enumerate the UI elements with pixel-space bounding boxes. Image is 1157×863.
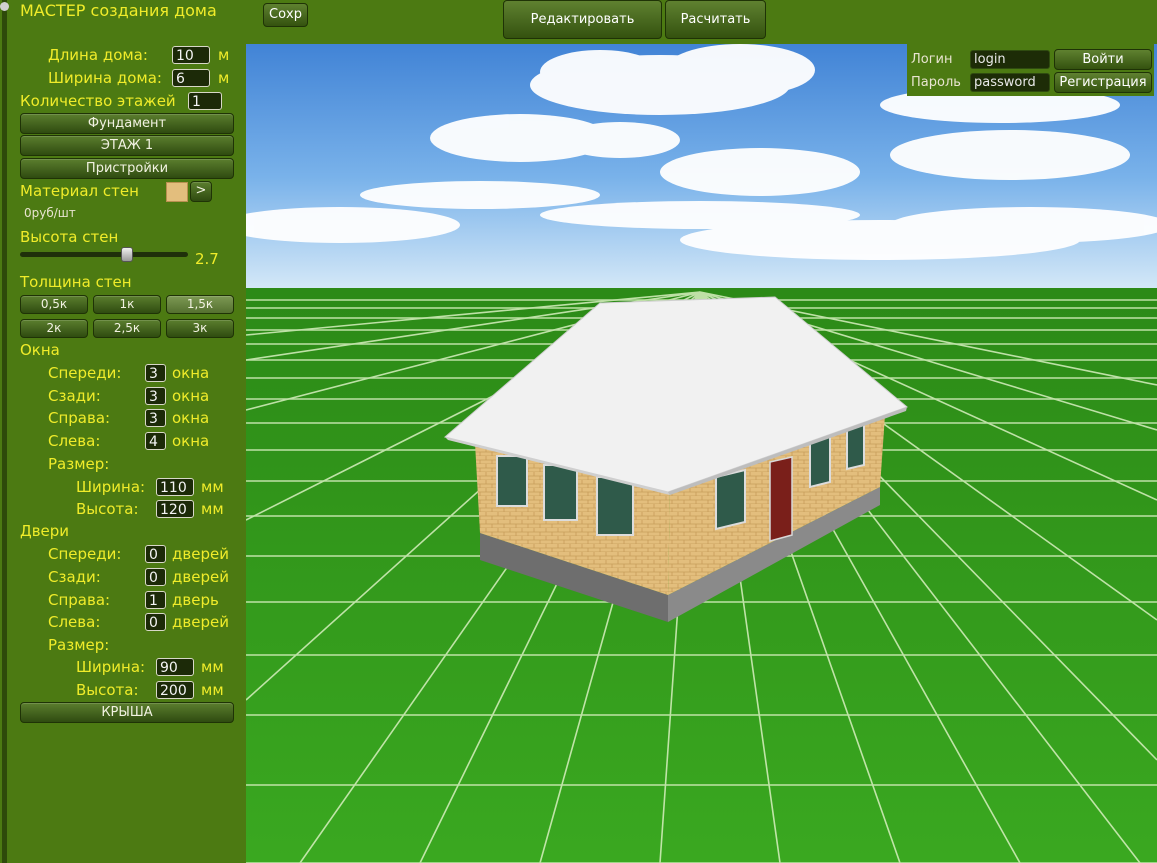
windows-height-unit: мм [201, 500, 224, 518]
windows-front-label: Спереди: [48, 364, 122, 382]
windows-right-input[interactable]: 3 [145, 409, 166, 427]
doors-title: Двери [20, 522, 70, 540]
length-label: Длина дома: [48, 46, 148, 64]
wall-height-slider[interactable] [20, 252, 188, 257]
doors-back-unit: дверей [172, 568, 229, 586]
windows-title: Окна [20, 341, 60, 359]
width-unit: м [218, 69, 230, 87]
length-input[interactable]: 10 [172, 46, 210, 64]
floors-input[interactable]: 1 [188, 92, 222, 110]
foundation-button[interactable]: Фундамент [20, 113, 234, 134]
doors-left-label: Слева: [48, 613, 101, 631]
wall-height-handle[interactable] [121, 247, 133, 262]
windows-left-input[interactable]: 4 [145, 432, 166, 450]
width-input[interactable]: 6 [172, 69, 210, 87]
register-button[interactable]: Регистрация [1054, 72, 1152, 93]
wall-height-label: Высота стен [20, 228, 119, 246]
windows-right-label: Справа: [48, 409, 111, 427]
windows-width-input[interactable]: 110 [156, 478, 194, 496]
login-input[interactable]: login [970, 50, 1050, 69]
floors-label: Количество этажей [20, 92, 176, 110]
material-next-button[interactable]: > [190, 181, 212, 202]
width-label: Ширина дома: [48, 69, 162, 87]
length-unit: м [218, 46, 230, 64]
roof-button[interactable]: КРЫША [20, 702, 234, 723]
doors-front-unit: дверей [172, 545, 229, 563]
doors-size-label: Размер: [48, 636, 110, 654]
windows-height-label: Высота: [76, 500, 139, 518]
thickness-2k-button[interactable]: 2к [20, 319, 88, 338]
doors-right-unit: дверь [172, 591, 219, 609]
doors-front-input[interactable]: 0 [145, 545, 166, 563]
thickness-label: Толщина стен [20, 273, 132, 291]
doors-left-input[interactable]: 0 [145, 613, 166, 631]
password-input[interactable]: password [970, 73, 1050, 92]
doors-width-label: Ширина: [76, 658, 146, 676]
windows-height-input[interactable]: 120 [156, 500, 194, 518]
doors-height-unit: мм [201, 681, 224, 699]
doors-height-label: Высота: [76, 681, 139, 699]
material-price: 0руб/шт [24, 206, 76, 220]
enter-button[interactable]: Войти [1054, 49, 1152, 70]
thickness-0-5k-button[interactable]: 0,5к [20, 295, 88, 314]
login-label: Логин [911, 52, 953, 67]
calculate-button[interactable]: Расчитать [665, 0, 766, 39]
doors-right-input[interactable]: 1 [145, 591, 166, 609]
doors-back-label: Сзади: [48, 568, 101, 586]
edit-button[interactable]: Редактировать [503, 0, 662, 39]
windows-left-unit: окна [172, 432, 210, 450]
thickness-1k-button[interactable]: 1к [93, 295, 161, 314]
wizard-panel: МАСТЕР создания дома Длина дома: 10 м Ши… [0, 0, 246, 863]
doors-right-label: Справа: [48, 591, 111, 609]
thickness-3k-button[interactable]: 3к [166, 319, 234, 338]
doors-width-input[interactable]: 90 [156, 658, 194, 676]
doors-width-unit: мм [201, 658, 224, 676]
windows-width-label: Ширина: [76, 478, 146, 496]
thickness-1-5k-button[interactable]: 1,5к [166, 295, 234, 314]
doors-left-unit: дверей [172, 613, 229, 631]
wall-height-value: 2.7 [195, 250, 219, 268]
wall-material-swatch[interactable] [166, 182, 188, 202]
extensions-button[interactable]: Пристройки [20, 158, 234, 179]
wizard-title: МАСТЕР создания дома [20, 1, 217, 20]
thickness-2-5k-button[interactable]: 2,5к [93, 319, 161, 338]
doors-front-label: Спереди: [48, 545, 122, 563]
scrollbar-thumb[interactable] [0, 2, 9, 11]
windows-front-input[interactable]: 3 [145, 364, 166, 382]
doors-height-input[interactable]: 200 [156, 681, 194, 699]
windows-size-label: Размер: [48, 455, 110, 473]
wall-material-label: Материал стен [20, 182, 139, 200]
doors-back-input[interactable]: 0 [145, 568, 166, 586]
panel-scrollbar[interactable] [2, 0, 7, 863]
windows-left-label: Слева: [48, 432, 101, 450]
windows-front-unit: окна [172, 364, 210, 382]
windows-back-unit: окна [172, 387, 210, 405]
windows-right-unit: окна [172, 409, 210, 427]
windows-width-unit: мм [201, 478, 224, 496]
windows-back-input[interactable]: 3 [145, 387, 166, 405]
windows-back-label: Сзади: [48, 387, 101, 405]
save-button[interactable]: Сохр [263, 3, 308, 27]
password-label: Пароль [911, 75, 961, 90]
floor1-button[interactable]: ЭТАЖ 1 [20, 135, 234, 156]
